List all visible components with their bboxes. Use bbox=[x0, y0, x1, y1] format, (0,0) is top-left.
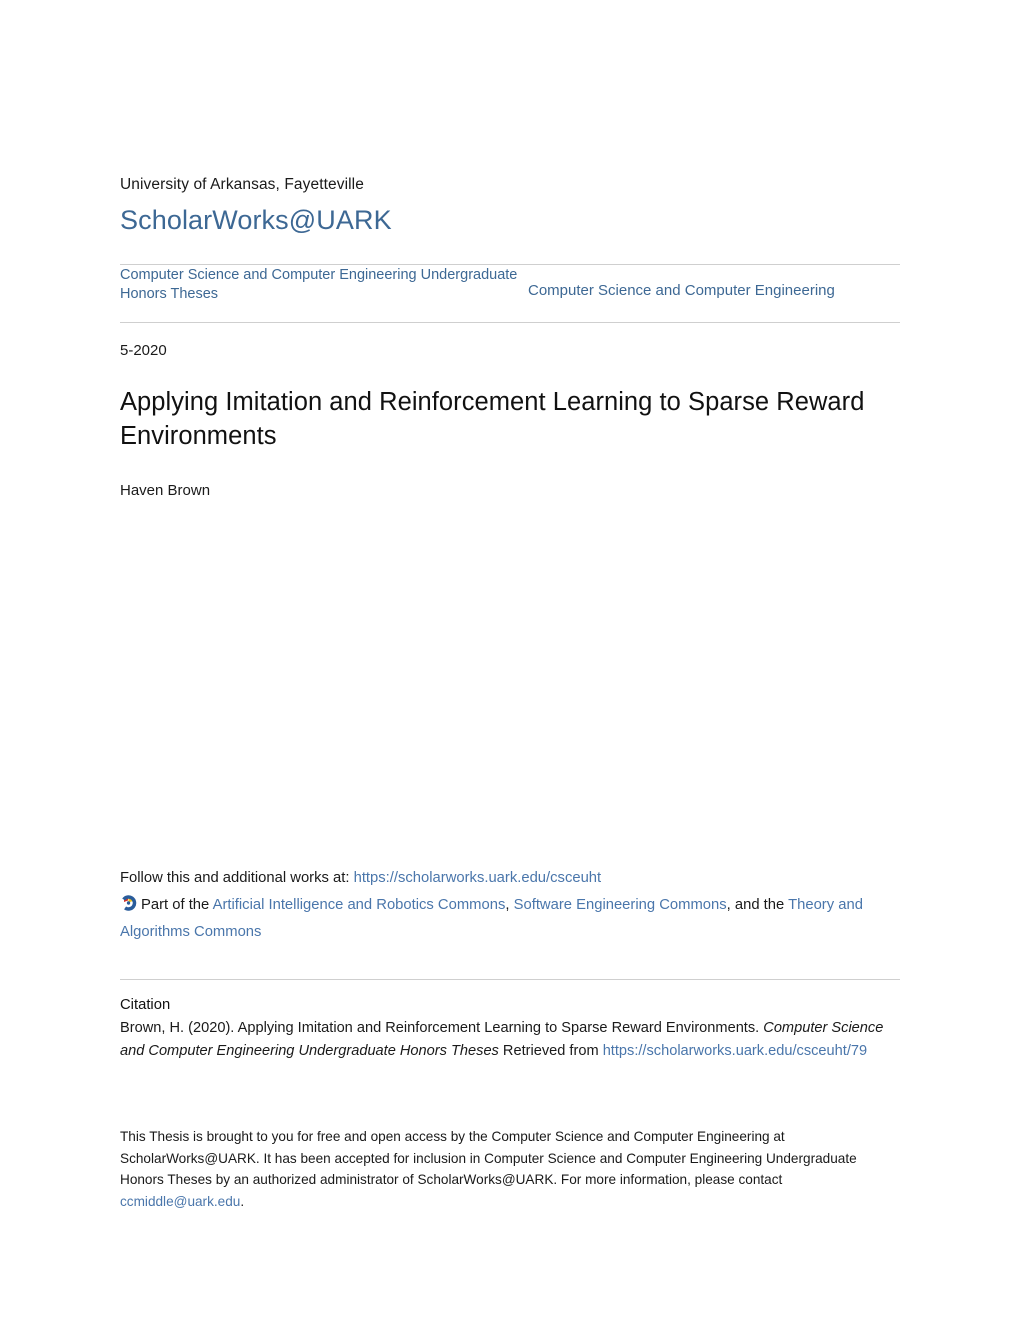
digital-commons-network-icon bbox=[120, 895, 137, 912]
series-collection-link[interactable]: Computer Science and Computer Engineerin… bbox=[120, 266, 520, 303]
follow-prefix-label: Follow this and additional works at: bbox=[120, 870, 350, 886]
citation-retrieved-label: Retrieved from bbox=[498, 1042, 599, 1059]
collection-url-link[interactable]: https://scholarworks.uark.edu/csceuht bbox=[354, 870, 602, 886]
masthead: University of Arkansas, Fayetteville Sch… bbox=[120, 175, 900, 237]
author-name: Haven Brown bbox=[120, 482, 211, 499]
citation-block: Citation Brown, H. (2020). Applying Imit… bbox=[120, 994, 910, 1062]
footer-text-part-2: . bbox=[240, 1193, 245, 1209]
footer-disclaimer: This Thesis is brought to you for free a… bbox=[120, 1126, 880, 1212]
institution-name: University of Arkansas, Fayetteville bbox=[120, 176, 364, 193]
part-of-label: Part of the bbox=[141, 897, 210, 913]
page-title: Applying Imitation and Reinforcement Lea… bbox=[120, 388, 865, 450]
footer-text-part-1: This Thesis is brought to you for free a… bbox=[120, 1129, 857, 1187]
contact-email-link[interactable]: ccmiddle@uark.edu bbox=[120, 1194, 240, 1209]
series-department-link[interactable]: Computer Science and Computer Engineerin… bbox=[520, 266, 900, 301]
follow-block: Follow this and additional works at: htt… bbox=[120, 865, 910, 946]
citation-line-1: Brown, H. (2020). Applying Imitation and… bbox=[120, 1020, 760, 1036]
commons-link-software-engineering[interactable]: Software Engineering Commons bbox=[514, 897, 727, 913]
citation-body: Brown, H. (2020). Applying Imitation and… bbox=[120, 1017, 910, 1062]
commons-line: Part of the Artificial Intelligence and … bbox=[120, 892, 910, 946]
repository-title: ScholarWorks@UARK bbox=[120, 205, 392, 235]
citation-url-link[interactable]: https://scholarworks.uark.edu/csceuht/79 bbox=[603, 1043, 867, 1059]
divider-below-series bbox=[120, 322, 900, 323]
follow-works-line: Follow this and additional works at: htt… bbox=[120, 865, 910, 892]
citation-heading: Citation bbox=[120, 997, 171, 1013]
commons-separator-2: , and the bbox=[726, 897, 785, 913]
divider-above-citation bbox=[120, 979, 900, 980]
commons-link-ai-robotics[interactable]: Artificial Intelligence and Robotics Com… bbox=[213, 897, 506, 913]
series-row: Computer Science and Computer Engineerin… bbox=[120, 266, 900, 303]
divider-top bbox=[120, 264, 900, 265]
publication-date: 5-2020 bbox=[120, 342, 167, 359]
